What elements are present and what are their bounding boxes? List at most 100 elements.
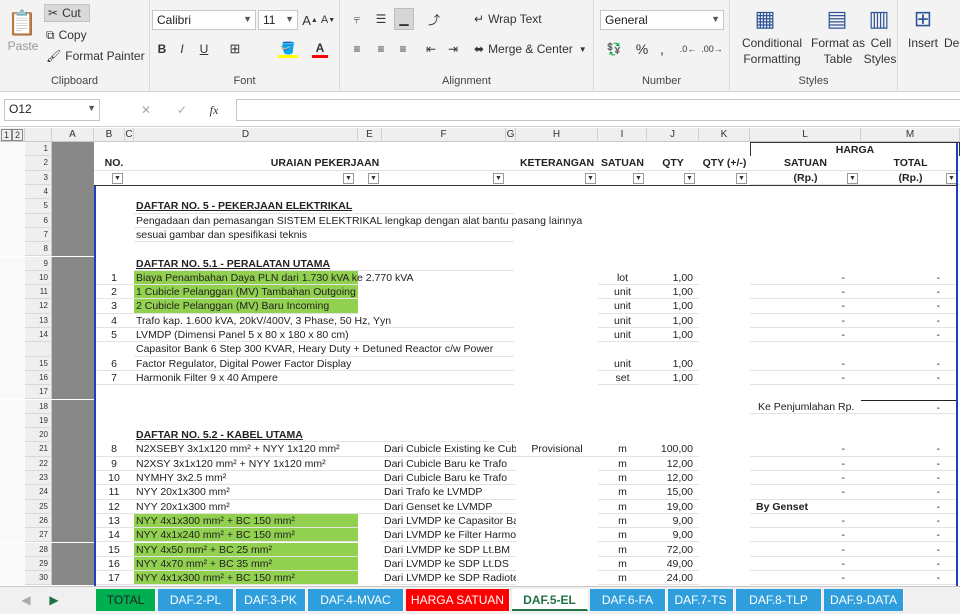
harga-satuan-cell[interactable]: - [750,285,861,300]
harga-total-cell[interactable]: - [861,543,956,557]
qty-cell[interactable]: 1,00 [647,328,699,343]
insert-icon[interactable]: ⊞ [908,4,938,34]
harga-satuan-cell[interactable]: - [750,314,861,328]
row-number[interactable]: 4 [25,185,52,200]
wrap-text-button[interactable]: ↵ Wrap Text [474,10,554,28]
tab-daf-9-data[interactable]: DAF.9-DATA [824,589,904,611]
item-number[interactable]: 13 [94,514,134,529]
note-cell[interactable]: By Genset [750,500,861,514]
item-number[interactable]: 14 [94,528,134,543]
tab-daf-2-pl[interactable]: DAF.2-PL [158,589,234,611]
row-number[interactable]: 30 [25,571,52,586]
filter-dropdown-icon[interactable]: ▼ [343,172,354,184]
item-number[interactable]: 3 [94,299,134,314]
harga-satuan-cell[interactable]: - [750,357,861,371]
col-header-d[interactable]: D [134,128,358,142]
filter-dropdown-icon[interactable]: ▼ [493,172,504,184]
qty-cell[interactable]: 12,00 [647,471,699,486]
font-name-select[interactable]: Calibri ▼ [152,10,256,30]
qty-cell[interactable]: 1,00 [647,271,699,286]
merge-center-button[interactable]: ⬌ Merge & Center ▼ [474,40,590,58]
keterangan-detail-cell[interactable]: Dari LVMDP ke SDP Radioterapi [382,571,516,586]
harga-satuan-cell[interactable]: - [750,571,861,586]
bold-button[interactable]: B [154,40,170,58]
name-box[interactable]: O12 ▼ [4,99,100,121]
satuan-cell[interactable]: m [598,471,647,486]
satuan-cell[interactable]: m [598,571,647,586]
qty-cell[interactable]: 1,00 [647,371,699,386]
uraian-cell[interactable]: DAFTAR NO. 5.2 - KABEL UTAMA [134,428,514,443]
item-number[interactable]: 11 [94,485,134,500]
format-painter-button[interactable]: 🖌 Format Painter [46,47,146,65]
row-number[interactable]: 6 [25,213,52,228]
uraian-cell[interactable]: NYY 4x1x300 mm² + BC 150 mm² [134,513,358,529]
harga-total-cell[interactable]: - [861,328,956,343]
col-header-i[interactable]: I [598,128,647,142]
row-number[interactable] [25,342,52,357]
qty-cell[interactable]: 24,00 [647,571,699,586]
satuan-cell[interactable]: m [598,485,647,500]
row-number[interactable]: 15 [25,356,52,371]
item-number[interactable]: 12 [94,500,134,514]
tab-daf-6-fa[interactable]: DAF.6-FA [590,589,666,611]
keterangan-detail-cell[interactable]: Dari LVMDP ke SDP Lt.BM [382,543,516,557]
harga-total-cell[interactable]: - [861,500,956,514]
uraian-cell[interactable]: Pengadaan dan pemasangan SISTEM ELEKTRIK… [134,214,582,228]
uraian-cell[interactable]: 1 Cubicle Pelanggan (MV) Tambahan Outgoi… [134,285,358,300]
item-number[interactable]: 9 [94,457,134,471]
uraian-cell[interactable]: NYY 4x50 mm² + BC 25 mm² [134,542,358,557]
harga-total-cell[interactable]: - [861,314,956,328]
col-header-c[interactable]: C [125,128,134,142]
col-header-j[interactable]: J [647,128,699,142]
qty-cell[interactable]: 49,00 [647,557,699,572]
row-number[interactable]: 22 [25,456,52,471]
tab-daf-8-tlp[interactable]: DAF.8-TLP [736,589,822,611]
satuan-cell[interactable]: m [598,514,647,529]
harga-satuan-cell[interactable]: - [750,271,861,286]
keterangan-detail-cell[interactable]: Dari Trafo ke LVMDP [382,485,516,500]
row-number[interactable]: 17 [25,385,52,400]
increase-decimal-icon[interactable]: .0← [678,40,698,58]
satuan-cell[interactable]: m [598,543,647,557]
harga-total-cell[interactable]: - [861,471,956,486]
qty-cell[interactable]: 1,00 [647,357,699,371]
formula-input[interactable] [236,99,960,121]
tab-daf-5-el[interactable]: DAF.5-EL [512,589,588,611]
uraian-cell[interactable]: Factor Regulator, Digital Power Factor D… [134,357,514,371]
row-number[interactable]: 16 [25,370,52,386]
tab-daf-3-pk[interactable]: DAF.3-PK [236,589,306,611]
row-number[interactable]: 14 [25,328,52,343]
uraian-cell[interactable]: Capasitor Bank 6 Step 300 KVAR, Heary Du… [134,342,514,357]
uraian-cell[interactable]: Biaya Penambahan Daya PLN dari 1.730 kVA… [134,270,413,286]
font-color-icon[interactable]: A [312,40,328,58]
row-number[interactable]: 19 [25,413,52,429]
col-header-g[interactable]: G [506,128,516,142]
worksheet[interactable]: 12 A B C D E F G H I J K L M 1 HARGA 2 N… [0,128,960,586]
harga-satuan-cell[interactable]: - [750,442,861,457]
row-number[interactable]: 29 [25,556,52,572]
italic-button[interactable]: I [174,40,190,58]
satuan-cell[interactable]: set [598,371,647,386]
row-number[interactable]: 12 [25,299,52,314]
col-header-l[interactable]: L [750,128,861,142]
uraian-cell[interactable]: DAFTAR NO. 5.1 - PERALATAN UTAMA [134,257,514,271]
cut-button[interactable]: ✂ Cut [44,4,90,22]
harga-total-cell[interactable]: - [861,485,956,500]
qty-cell[interactable]: 19,00 [647,500,699,514]
uraian-cell[interactable]: NYY 4x70 mm² + BC 35 mm² [134,556,358,572]
keterangan-detail-cell[interactable]: Dari Cubicle Baru ke Trafo [382,457,516,471]
keterangan-detail-cell[interactable]: Dari LVMDP ke Capasitor Bank [382,514,516,529]
percent-icon[interactable]: % [634,40,650,58]
harga-total-cell[interactable]: - [861,299,956,314]
uraian-cell[interactable]: DAFTAR NO. 5 - PEKERJAAN ELEKTRIKAL [134,199,514,214]
harga-total-cell[interactable]: - [861,399,956,414]
satuan-cell[interactable]: unit [598,328,647,343]
select-all[interactable] [25,128,52,142]
item-number[interactable]: 8 [94,442,134,457]
col-header-b[interactable]: B [94,128,125,142]
col-header-k[interactable]: K [699,128,750,142]
keterangan-cell[interactable]: Provisional [516,442,598,457]
row-number[interactable]: 21 [25,442,52,457]
satuan-cell[interactable]: unit [598,314,647,328]
harga-total-cell[interactable]: - [861,557,956,572]
